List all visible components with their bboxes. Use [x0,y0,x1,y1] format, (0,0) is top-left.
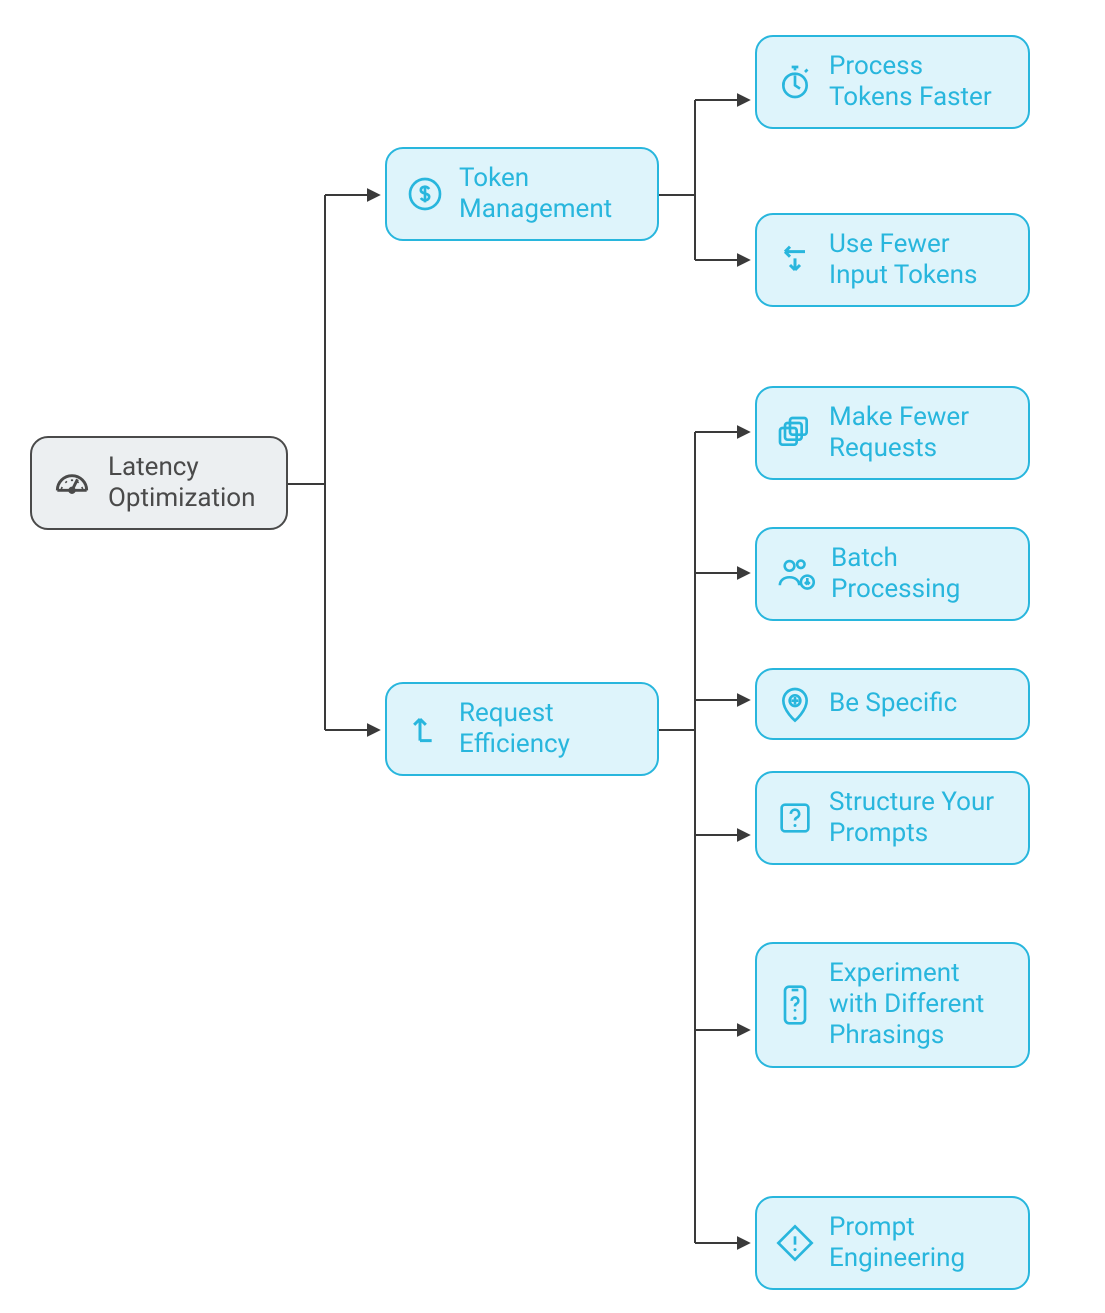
node-make-fewer-requests: Make Fewer Requests [755,386,1030,480]
node-label: Request Efficiency [459,698,639,760]
node-use-fewer-input-tokens: Use Fewer Input Tokens [755,213,1030,307]
node-label: Be Specific [829,688,957,719]
users-download-icon [775,554,817,594]
question-box-icon [775,798,815,838]
node-label: Structure Your Prompts [829,787,1010,849]
stack-copies-icon [775,413,815,453]
dollar-icon [405,174,445,214]
node-prompt-engineering: Prompt Engineering [755,1196,1030,1290]
target-pin-icon [775,684,815,724]
node-experiment-phrasings: Experiment with Different Phrasings [755,942,1030,1068]
node-process-tokens-faster: Process Tokens Faster [755,35,1030,129]
node-batch-processing: Batch Processing [755,527,1030,621]
arrows-collapse-icon [775,240,815,280]
node-structure-your-prompts: Structure Your Prompts [755,771,1030,865]
node-label: Token Management [459,163,639,225]
stopwatch-icon [775,62,815,102]
phone-question-icon [775,983,815,1027]
gauge-icon [50,461,94,505]
node-token-management: Token Management [385,147,659,241]
node-label: Make Fewer Requests [829,402,1010,464]
node-label: Prompt Engineering [829,1212,1010,1274]
node-label: Process Tokens Faster [829,51,1010,113]
node-label: Batch Processing [831,543,1010,605]
arrow-up-turn-icon [405,709,445,749]
node-latency-optimization: Latency Optimization [30,436,288,530]
node-label: Use Fewer Input Tokens [829,229,1010,291]
node-request-efficiency: Request Efficiency [385,682,659,776]
warning-diamond-icon [775,1223,815,1263]
node-label: Experiment with Different Phrasings [829,958,1010,1052]
node-be-specific: Be Specific [755,668,1030,740]
node-label: Latency Optimization [108,452,268,514]
